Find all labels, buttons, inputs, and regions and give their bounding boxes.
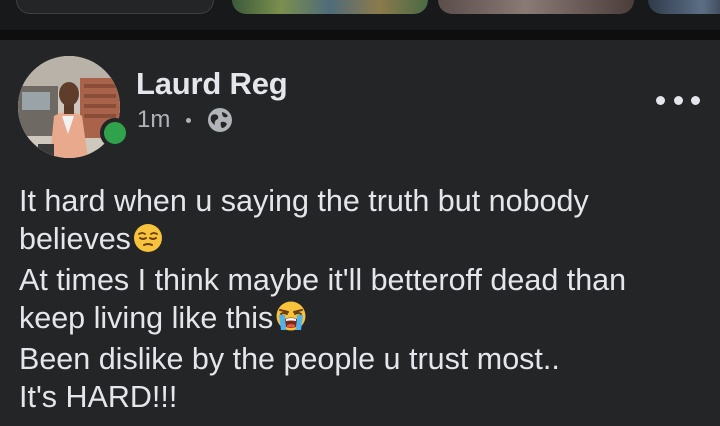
- post-text-line: keep living like this: [19, 300, 709, 342]
- post-text-line: believes: [19, 221, 709, 263]
- loudly-crying-face-emoji: [275, 300, 307, 342]
- more-options-dot: [656, 95, 665, 105]
- more-options-dot: [691, 95, 700, 105]
- story-card[interactable]: [438, 0, 634, 14]
- section-divider: [0, 30, 720, 40]
- post-meta: 1m: [137, 106, 233, 134]
- post-text: It hard when u saying the truth but nobo…: [19, 183, 709, 416]
- more-options-dot: [673, 95, 683, 105]
- post-text-line: At times I think maybe it'll betteroff d…: [19, 263, 627, 297]
- author-name[interactable]: Laurd Reg: [136, 66, 288, 102]
- more-options-button[interactable]: [656, 88, 700, 112]
- story-card[interactable]: [232, 0, 428, 14]
- pensive-face-emoji: [133, 223, 163, 263]
- story-card[interactable]: [648, 0, 720, 14]
- stories-strip: [0, 0, 720, 30]
- post-card: Laurd Reg 1m It hard when u saying the t…: [0, 40, 720, 426]
- post-text-line: Been dislike by the people u trust most.…: [19, 342, 560, 376]
- post-text-line: It's HARD!!!: [19, 379, 178, 414]
- create-story-card[interactable]: [16, 0, 214, 14]
- separator-dot: [186, 117, 192, 123]
- globe-icon[interactable]: [207, 107, 233, 133]
- post-text-line: It hard when u saying the truth but nobo…: [19, 184, 589, 218]
- post-timestamp[interactable]: 1m: [137, 106, 170, 134]
- online-status-indicator: [100, 118, 130, 148]
